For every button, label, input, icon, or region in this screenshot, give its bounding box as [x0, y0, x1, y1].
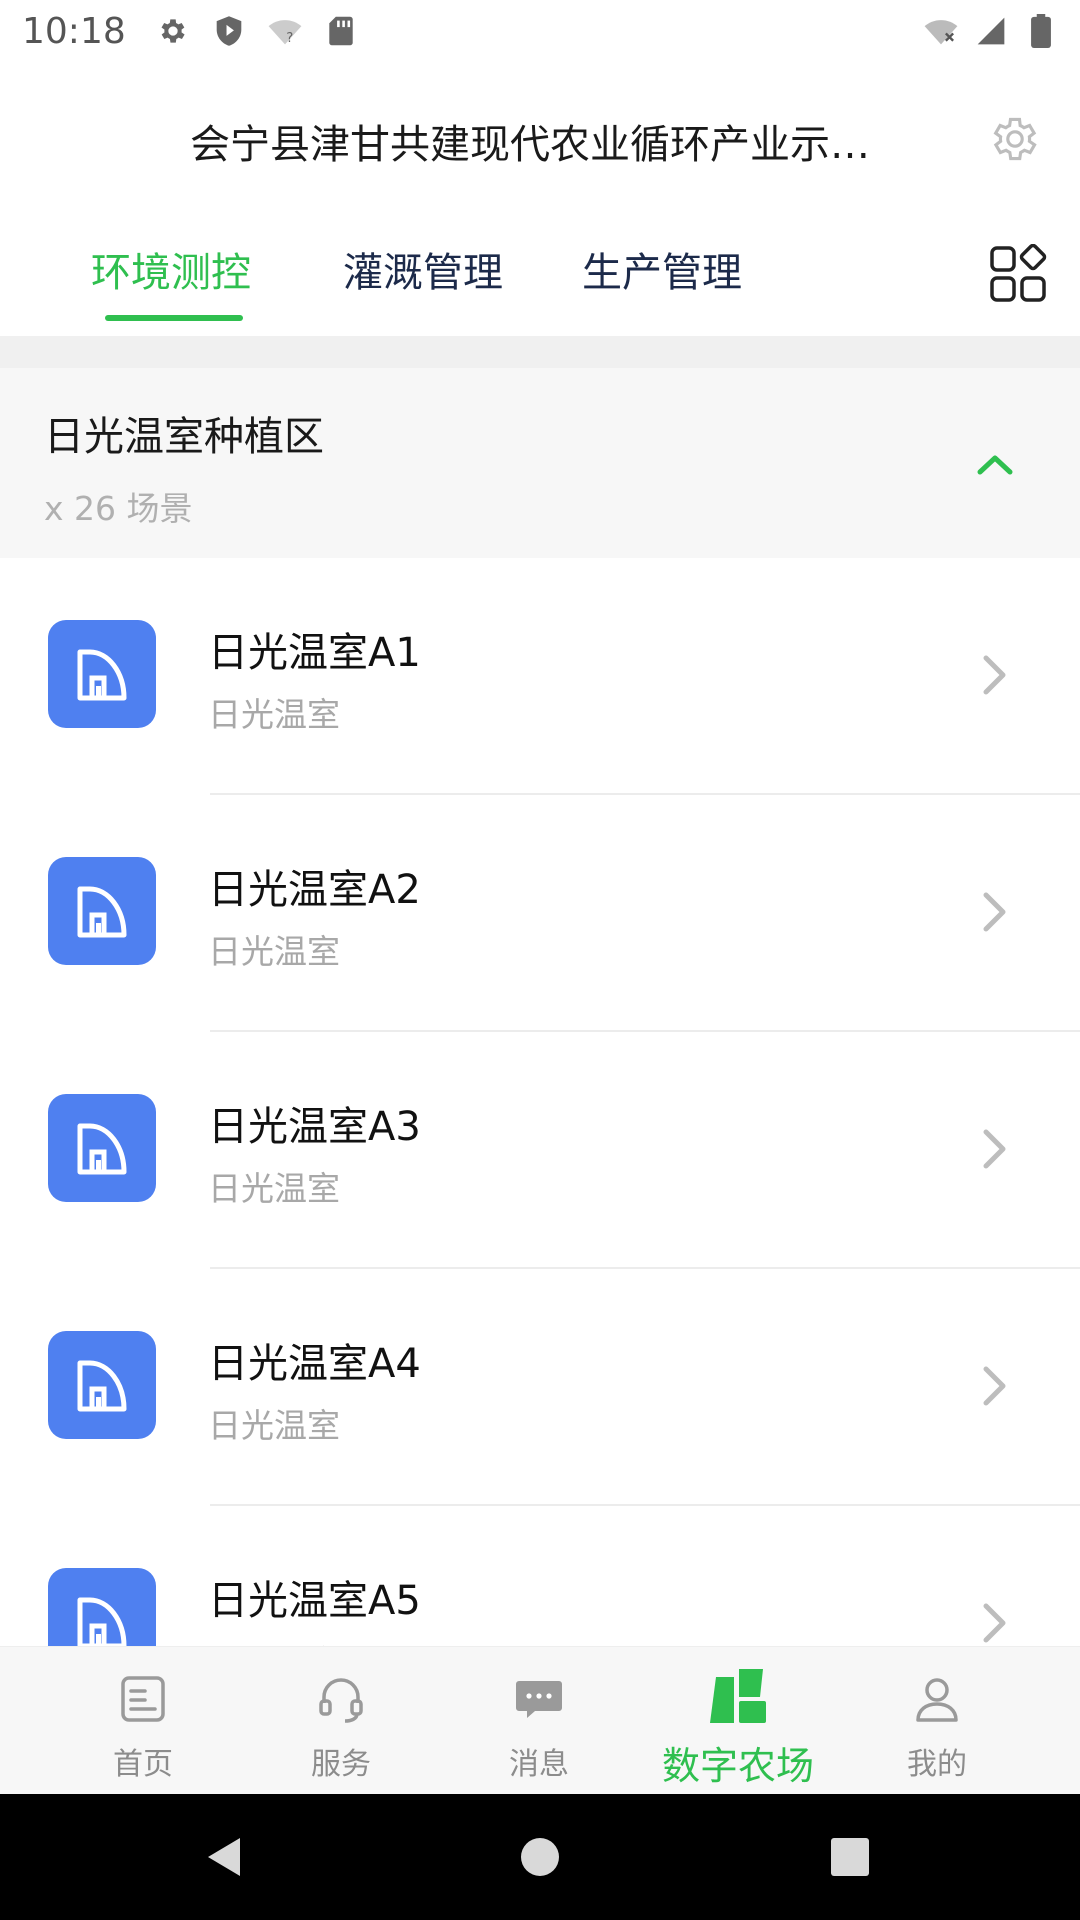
- greenhouse-icon: [48, 1331, 156, 1439]
- list-item[interactable]: 日光温室A3 日光温室: [0, 1032, 1080, 1269]
- tab-irrigation-management[interactable]: 灌溉管理: [343, 240, 503, 298]
- nav-profile[interactable]: 我的: [837, 1647, 1037, 1795]
- tab-bar: 环境测控 灌溉管理 生产管理: [0, 210, 1080, 336]
- nav-profile-label: 我的: [907, 1747, 967, 1782]
- chevron-right-icon: [978, 1361, 1012, 1411]
- list-item[interactable]: 日光温室A4 日光温室: [0, 1269, 1080, 1506]
- item-subtitle: 日光温室: [208, 1406, 340, 1445]
- greenhouse-icon: [48, 1094, 156, 1202]
- status-time: 10:18: [22, 10, 126, 52]
- section-separator: [0, 336, 1080, 368]
- list-item[interactable]: 日光温室A1 日光温室: [0, 558, 1080, 795]
- back-icon[interactable]: [200, 1832, 250, 1882]
- chevron-right-icon: [978, 1598, 1012, 1646]
- zone-title: 日光温室种植区: [44, 414, 324, 460]
- item-title: 日光温室A1: [208, 630, 421, 676]
- item-title: 日光温室A2: [208, 867, 421, 913]
- greenhouse-icon: [48, 857, 156, 965]
- grid-apps-icon: [990, 243, 1047, 302]
- apps-grid-button[interactable]: [988, 243, 1048, 304]
- active-tab-indicator: [105, 315, 243, 321]
- nav-service[interactable]: 服务: [241, 1647, 441, 1795]
- status-bar: 10:18 ?: [0, 0, 1080, 62]
- nav-service-label: 服务: [311, 1747, 371, 1782]
- nav-messages-label: 消息: [509, 1747, 569, 1782]
- zone-section-header[interactable]: 日光温室种植区 x 26 场景: [0, 368, 1080, 558]
- greenhouse-icon: [48, 1568, 156, 1646]
- headset-icon: [319, 1678, 363, 1723]
- svg-text:?: ?: [286, 31, 293, 46]
- nav-home-label: 首页: [113, 1747, 173, 1782]
- greenhouse-list: 日光温室A1 日光温室 日光温室A2 日光温室 日光温室A3 日光温室 日光温室…: [0, 558, 1080, 1646]
- app-header: 会宁县津甘共建现代农业循环产业示…: [0, 62, 1080, 210]
- farm-blocks-icon: [710, 1669, 766, 1723]
- settings-button[interactable]: [988, 112, 1042, 166]
- wifi-question-icon: ?: [268, 14, 302, 48]
- user-icon: [916, 1678, 958, 1722]
- chevron-right-icon: [978, 887, 1012, 937]
- home-doc-icon: [121, 1676, 165, 1722]
- item-subtitle: 日光温室: [208, 695, 340, 734]
- sd-card-icon: [324, 14, 358, 48]
- collapse-toggle[interactable]: [970, 446, 1020, 480]
- item-subtitle: 日光温室: [208, 932, 340, 971]
- chevron-up-icon: [977, 455, 1013, 475]
- chevron-right-icon: [978, 650, 1012, 700]
- item-title: 日光温室A5: [208, 1578, 421, 1624]
- item-title: 日光温室A4: [208, 1341, 421, 1387]
- zone-scene-count: x 26 场景: [44, 489, 193, 528]
- bottom-nav: 首页 服务 消息 数字农场 我的: [0, 1646, 1080, 1794]
- wifi-off-icon: [924, 14, 958, 48]
- nav-digital-farm-label: 数字农场: [661, 1744, 814, 1788]
- status-icons-right: [924, 14, 1058, 48]
- system-nav-bar: [0, 1794, 1080, 1920]
- recents-icon[interactable]: [825, 1832, 875, 1882]
- nav-home[interactable]: 首页: [43, 1647, 243, 1795]
- gear-icon: [993, 117, 1037, 161]
- gear-icon: [156, 14, 190, 48]
- shield-icon: [212, 14, 246, 48]
- nav-messages[interactable]: 消息: [439, 1647, 639, 1795]
- tab-environment-monitoring[interactable]: 环境测控: [91, 240, 251, 298]
- page-title: 会宁县津甘共建现代农业循环产业示…: [190, 122, 870, 168]
- battery-icon: [1024, 14, 1058, 48]
- greenhouse-icon: [48, 620, 156, 728]
- list-item[interactable]: 日光温室A2 日光温室: [0, 795, 1080, 1032]
- item-subtitle: 日光温室: [208, 1636, 340, 1646]
- status-icons-left: ?: [156, 14, 358, 48]
- message-icon: [516, 1681, 562, 1718]
- item-subtitle: 日光温室: [208, 1169, 340, 1208]
- nav-digital-farm[interactable]: 数字农场: [638, 1647, 838, 1795]
- tab-production-management[interactable]: 生产管理: [582, 240, 742, 298]
- item-title: 日光温室A3: [208, 1104, 421, 1150]
- chevron-right-icon: [978, 1124, 1012, 1174]
- signal-icon: [974, 14, 1008, 48]
- list-item[interactable]: 日光温室A5 日光温室: [0, 1506, 1080, 1646]
- home-circle-icon[interactable]: [515, 1832, 565, 1882]
